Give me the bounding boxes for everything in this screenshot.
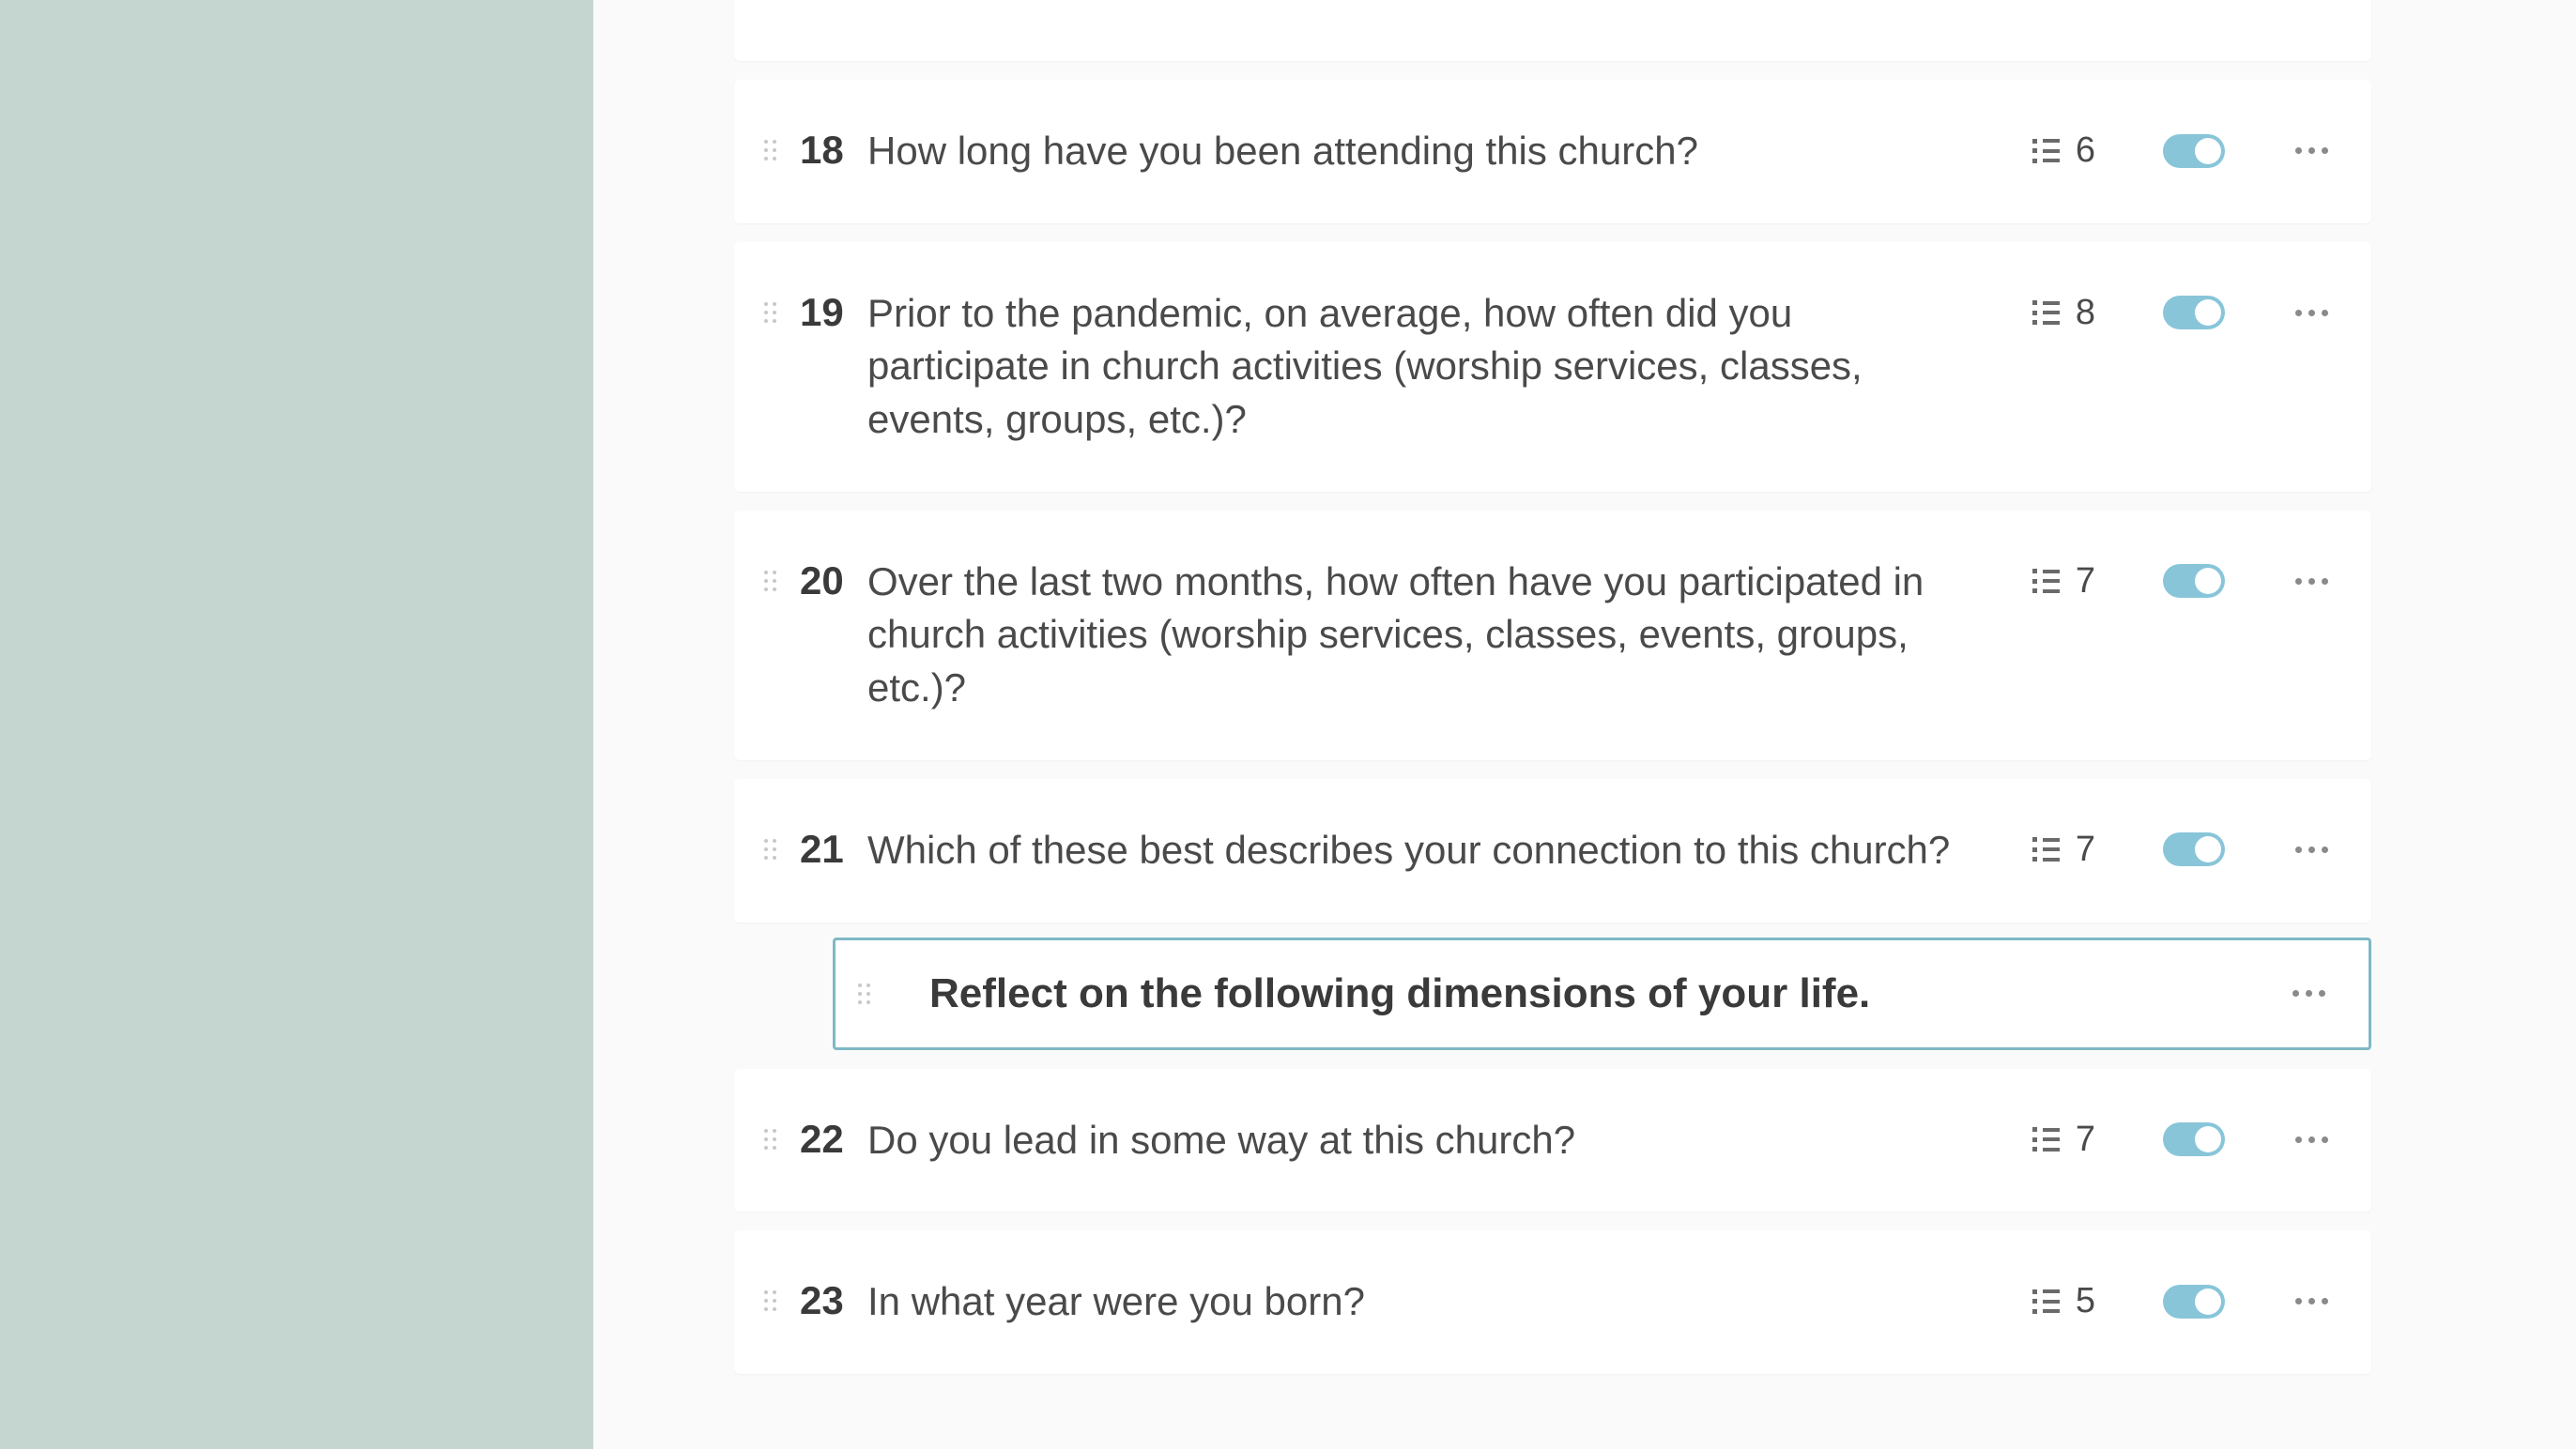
toggle-switch[interactable]: [2163, 134, 2225, 168]
section-header[interactable]: Reflect on the following dimensions of y…: [833, 938, 2371, 1050]
question-row[interactable]: 20 Over the last two months, how often h…: [734, 511, 2371, 760]
list-icon: [2032, 139, 2061, 163]
question-number: 20: [800, 556, 847, 607]
question-number: 19: [800, 287, 847, 339]
option-count-value: 7: [2076, 830, 2095, 870]
drag-handle-icon[interactable]: [760, 298, 779, 327]
option-count-value: 6: [2076, 130, 2095, 171]
drag-handle-icon[interactable]: [760, 1287, 779, 1315]
questions-list: 18 How long have you been attending this…: [734, 0, 2371, 1393]
question-number: 22: [800, 1114, 847, 1166]
question-meta: 7: [2032, 561, 2330, 602]
option-count: 8: [2032, 293, 2095, 333]
more-menu-icon[interactable]: [2292, 298, 2330, 327]
question-number: 23: [800, 1275, 847, 1327]
section-header-wrapper: Reflect on the following dimensions of y…: [734, 938, 2371, 1050]
drag-handle-icon[interactable]: [760, 567, 779, 595]
option-count: 5: [2032, 1281, 2095, 1321]
question-text: In what year were you born?: [867, 1275, 2012, 1329]
more-menu-icon[interactable]: [2292, 137, 2330, 165]
question-meta: 7: [2032, 1120, 2330, 1160]
option-count-value: 8: [2076, 293, 2095, 333]
option-count-value: 5: [2076, 1281, 2095, 1321]
question-meta: 7: [2032, 830, 2330, 870]
question-meta: 5: [2032, 1281, 2330, 1321]
question-row[interactable]: 18 How long have you been attending this…: [734, 80, 2371, 223]
list-icon: [2032, 300, 2061, 325]
toggle-switch[interactable]: [2163, 296, 2225, 329]
option-count-value: 7: [2076, 1120, 2095, 1160]
question-row[interactable]: 21 Which of these best describes your co…: [734, 779, 2371, 923]
drag-handle-icon[interactable]: [760, 1125, 779, 1153]
more-menu-icon[interactable]: [2292, 567, 2330, 595]
list-icon: [2032, 1289, 2061, 1314]
option-count-value: 7: [2076, 561, 2095, 602]
question-text: Do you lead in some way at this church?: [867, 1114, 2012, 1167]
question-row[interactable]: 23 In what year were you born? 5: [734, 1230, 2371, 1374]
section-title: Reflect on the following dimensions of y…: [929, 970, 2233, 1017]
option-count: 6: [2032, 130, 2095, 171]
option-count: 7: [2032, 830, 2095, 870]
question-row[interactable]: 19 Prior to the pandemic, on average, ho…: [734, 242, 2371, 492]
more-menu-icon[interactable]: [2292, 1288, 2330, 1316]
question-text: Which of these best describes your conne…: [867, 824, 2012, 877]
more-menu-icon[interactable]: [2292, 1125, 2330, 1153]
question-text: Prior to the pandemic, on average, how o…: [867, 287, 2012, 447]
previous-question-row[interactable]: [734, 0, 2371, 61]
toggle-switch[interactable]: [2163, 1285, 2225, 1319]
question-text: Over the last two months, how often have…: [867, 556, 2012, 715]
main-content-panel: 18 How long have you been attending this…: [593, 0, 2576, 1449]
option-count: 7: [2032, 561, 2095, 602]
more-menu-icon[interactable]: [2290, 980, 2327, 1008]
list-icon: [2032, 837, 2061, 862]
drag-handle-icon[interactable]: [760, 136, 779, 164]
question-meta: 8: [2032, 293, 2330, 333]
list-icon: [2032, 1127, 2061, 1152]
question-meta: 6: [2032, 130, 2330, 171]
question-number: 18: [800, 125, 847, 176]
toggle-switch[interactable]: [2163, 1122, 2225, 1156]
toggle-switch[interactable]: [2163, 832, 2225, 866]
drag-handle-icon[interactable]: [854, 980, 873, 1008]
question-text: How long have you been attending this ch…: [867, 125, 2012, 178]
drag-handle-icon[interactable]: [760, 835, 779, 863]
option-count: 7: [2032, 1120, 2095, 1160]
question-number: 21: [800, 824, 847, 876]
more-menu-icon[interactable]: [2292, 835, 2330, 863]
question-row[interactable]: 22 Do you lead in some way at this churc…: [734, 1069, 2371, 1213]
toggle-switch[interactable]: [2163, 564, 2225, 598]
list-icon: [2032, 569, 2061, 593]
